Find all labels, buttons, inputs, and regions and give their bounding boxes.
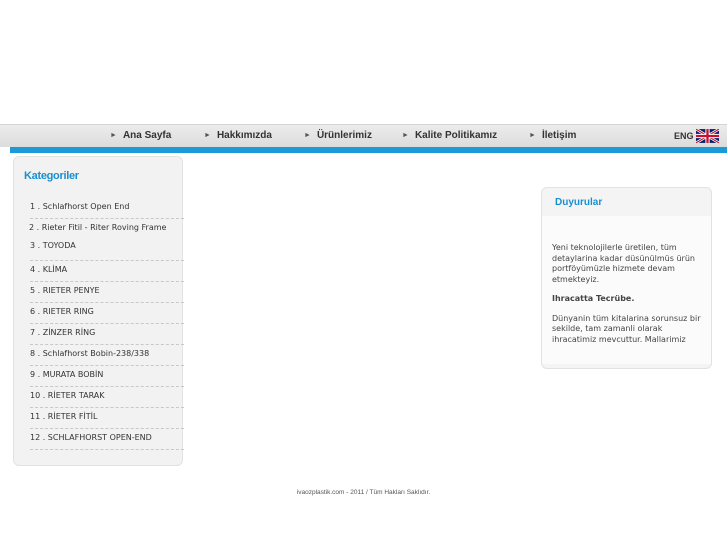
category-item[interactable]: 1 . Schlafhorst Open End [30,198,184,219]
category-item[interactable]: 11 . RİETER FİTİL [30,408,184,429]
announcements-title: Duyurular [555,197,603,208]
category-label: 7 . ZİNZER RİNG [30,328,96,337]
category-item[interactable]: 9 . MURATA BOBİN [30,366,184,387]
nav-item-contact[interactable]: ► İletişim [529,125,576,147]
category-item[interactable]: 10 . RİETER TARAK [30,387,184,408]
category-label: 6 . RIETER RING [30,307,94,316]
nav-item-quality[interactable]: ► Kalite Politikamız [402,125,497,147]
nav-label: Hakkımızda [216,130,272,141]
category-label: 1 . Schlafhorst Open End [30,202,130,211]
uk-flag-icon[interactable] [696,129,719,143]
category-item[interactable]: 5 . RIETER PENYE [30,282,184,303]
nav-accent-stripe [10,147,727,153]
category-item[interactable]: 7 . ZİNZER RİNG [30,324,184,345]
category-label: 8 . Schlafhorst Bobin-238/338 [30,349,150,358]
announcement-paragraph: Yeni teknolojilerle üretilen, tüm detayl… [552,243,695,284]
nav-label: Kalite Politikamız [414,130,498,141]
category-label: 11 . RİETER FİTİL [30,412,98,421]
nav-label: Ürünlerimiz [316,130,372,141]
category-item[interactable]: 3 . TOYODA [30,241,184,261]
arrow-icon: ► [304,132,311,139]
category-label: 4 . KLİMA [30,265,68,274]
nav-item-products[interactable]: ► Ürünlerimiz [304,125,372,147]
footer-copyright: ivaozplastik.com - 2011 / Tüm Hakları Sa… [296,489,431,496]
category-item[interactable]: 8 . Schlafhorst Bobin-238/338 [30,345,184,366]
announcements-scroller[interactable]: Yeni teknolojilerle üretilen, tüm detayl… [542,216,711,364]
category-item[interactable]: 6 . RIETER RING [30,303,184,324]
category-label: 2 . Rieter Fitil - Riter Roving Frame [29,223,167,232]
category-label: 12 . SCHLAFHORST OPEN-END [30,433,152,442]
nav-item-about[interactable]: ► Hakkımızda [204,125,272,147]
announcement-heading: Ihracatta Tecrübe. [552,294,635,303]
category-label: 9 . MURATA BOBİN [30,370,104,379]
category-list: 1 . Schlafhorst Open End 2 . Rieter Fiti… [29,198,184,450]
nav-item-home[interactable]: ► Ana Sayfa [110,125,171,147]
category-label: 10 . RİETER TARAK [30,391,105,400]
arrow-icon: ► [204,132,211,139]
nav-label: Ana Sayfa [122,130,172,141]
main-nav: ► Ana Sayfa ► Hakkımızda ► Ürünlerimiz ► Kal… [0,124,727,147]
nav-label: İletişim [541,130,577,141]
categories-title: Kategoriler [24,170,79,182]
language-label[interactable]: ENG [674,125,694,147]
arrow-icon: ► [110,132,117,139]
category-item[interactable]: 4 . KLİMA [30,261,184,282]
categories-panel: Kategoriler 1 . Schlafhorst Open End 2 .… [13,156,184,466]
arrow-icon: ► [529,132,536,139]
announcements-panel: Duyurular Yeni teknolojilerle üretilen, … [541,187,712,369]
category-item[interactable]: 2 . Rieter Fitil - Riter Roving Frame [29,219,184,241]
announcement-paragraph: Dünyanin tüm kitalarina sorunsuz bir sek… [552,313,701,344]
arrow-icon: ► [402,132,409,139]
category-label: 5 . RIETER PENYE [30,286,100,295]
category-item[interactable]: 12 . SCHLAFHORST OPEN-END [30,429,184,450]
category-label: 3 . TOYODA [30,241,76,250]
announcements-text: Yeni teknolojilerle üretilen, tüm detayl… [552,243,707,354]
